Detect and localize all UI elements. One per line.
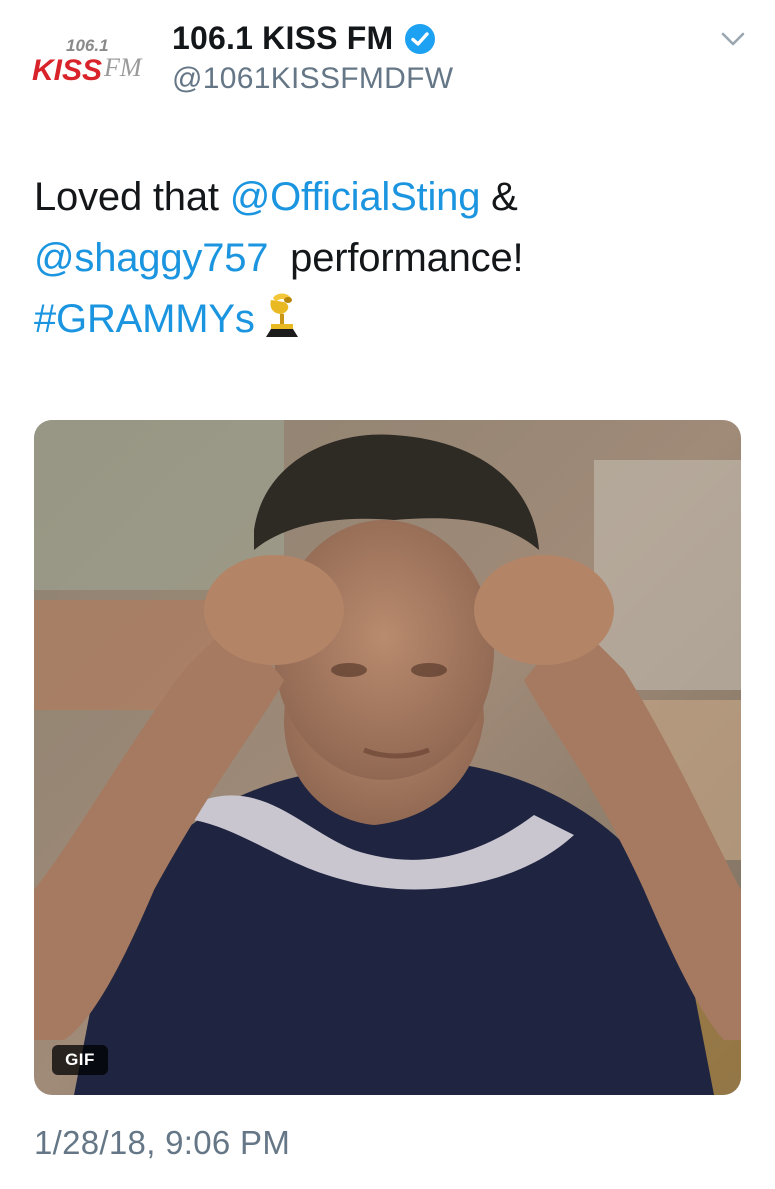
tweet-timestamp[interactable]: 1/28/18, 9:06 PM [34,1124,290,1162]
mention-shaggy-link[interactable]: @shaggy757 [34,236,269,280]
svg-text:106.1: 106.1 [66,36,109,55]
verified-badge-icon [405,23,436,54]
display-name[interactable]: 106.1 KISS FM [172,20,393,57]
tweet-text: Loved that @OfficialSting & @shaggy757 p… [34,167,734,350]
svg-text:KISS: KISS [32,54,102,87]
account-avatar[interactable]: 106.1 KISS FM [30,30,158,90]
animated-gif-image [34,420,741,1095]
account-handle[interactable]: @1061KISSFMDFW [172,62,453,96]
chevron-down-icon[interactable] [718,28,748,50]
kissfm-logo-icon: 106.1 KISS FM [32,36,143,87]
tweet-text-segment: performance! [268,236,524,280]
svg-text:FM: FM [103,53,143,82]
mention-officialsting-link[interactable]: @OfficialSting [230,175,481,219]
tweet-text-segment: & [480,175,518,219]
tweet-gif-media[interactable]: GIF [34,420,741,1095]
gif-badge: GIF [52,1045,108,1075]
account-name-row: 106.1 KISS FM [172,20,437,57]
grammy-trophy-icon [265,293,298,337]
tweet-text-segment: Loved that [34,175,230,219]
hashtag-grammys-link[interactable]: #GRAMMYs [34,297,255,341]
